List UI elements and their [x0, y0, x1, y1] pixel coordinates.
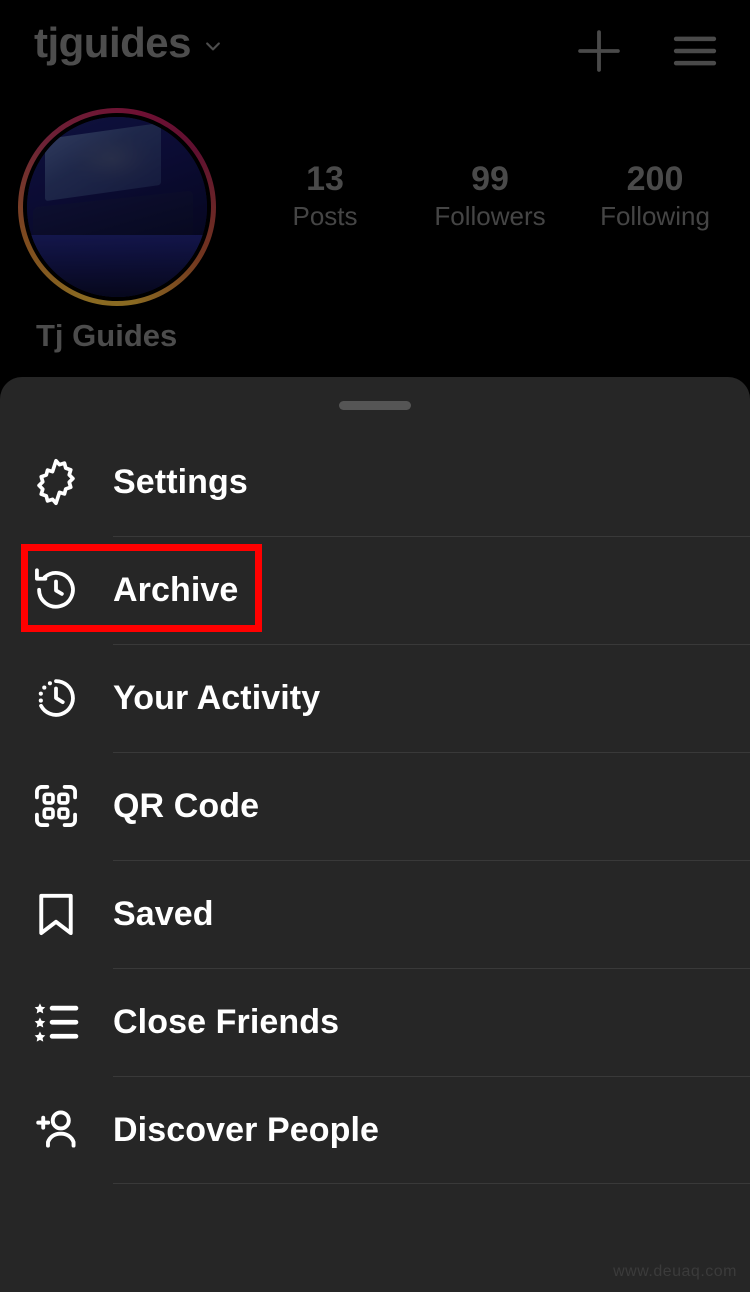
stat-following[interactable]: 200 Following [580, 160, 730, 232]
stat-followers[interactable]: 99 Followers [415, 160, 565, 232]
stat-posts-value: 13 [306, 160, 344, 198]
menu-item-settings-label: Settings [113, 462, 248, 501]
avatar-photo [27, 117, 207, 297]
star-list-icon [24, 996, 88, 1048]
avatar-photo-dim-overlay [27, 117, 207, 297]
hamburger-menu-icon[interactable] [668, 24, 722, 78]
menu-item-discover-people[interactable]: Discover People [0, 1076, 750, 1184]
stat-posts[interactable]: 13 Posts [250, 160, 400, 232]
menu-item-close-friends[interactable]: Close Friends [0, 968, 750, 1076]
menu-item-close-friends-label: Close Friends [113, 1002, 340, 1041]
menu-item-saved[interactable]: Saved [0, 860, 750, 968]
profile-display-name: Tj Guides [36, 318, 178, 353]
username-switcher[interactable]: tjguides [34, 22, 223, 64]
stat-following-value: 200 [626, 160, 684, 198]
archive-clock-icon [24, 564, 88, 616]
activity-clock-icon [24, 672, 88, 724]
profile-header: tjguides [0, 0, 750, 105]
sheet-drag-handle[interactable] [339, 401, 411, 410]
menu-item-qr-code[interactable]: QR Code [0, 752, 750, 860]
menu-item-qr-code-label: QR Code [113, 786, 260, 825]
qr-code-icon [24, 780, 88, 832]
instagram-profile-screen: tjguides 13 Posts 99 Followers 200 Follo… [0, 0, 750, 1292]
bookmark-icon [24, 888, 88, 940]
profile-stats: 13 Posts 99 Followers 200 Following [250, 160, 730, 232]
gear-icon [24, 456, 88, 508]
menu-item-discover-people-label: Discover People [113, 1110, 380, 1149]
stat-following-label: Following [600, 201, 710, 232]
avatar[interactable] [18, 108, 216, 306]
stat-posts-label: Posts [292, 201, 358, 232]
menu-item-your-activity-label: Your Activity [113, 678, 321, 717]
profile-backdrop: tjguides 13 Posts 99 Followers 200 Follo… [0, 0, 750, 400]
bottom-sheet-menu: Settings Archive Your Activity QR Code S… [0, 377, 750, 1292]
menu-item-saved-label: Saved [113, 894, 214, 933]
plus-icon[interactable] [572, 24, 626, 78]
person-add-icon [24, 1104, 88, 1156]
chevron-down-icon [206, 42, 220, 51]
stat-followers-value: 99 [471, 160, 509, 198]
stat-followers-label: Followers [434, 201, 546, 232]
menu-item-your-activity[interactable]: Your Activity [0, 644, 750, 752]
menu-list: Settings Archive Your Activity QR Code S… [0, 428, 750, 1184]
menu-item-archive[interactable]: Archive [0, 536, 750, 644]
watermark: www.deuaq.com [613, 1263, 737, 1280]
username-label: tjguides [34, 19, 192, 66]
menu-item-archive-label: Archive [113, 570, 239, 609]
menu-item-settings[interactable]: Settings [0, 428, 750, 536]
